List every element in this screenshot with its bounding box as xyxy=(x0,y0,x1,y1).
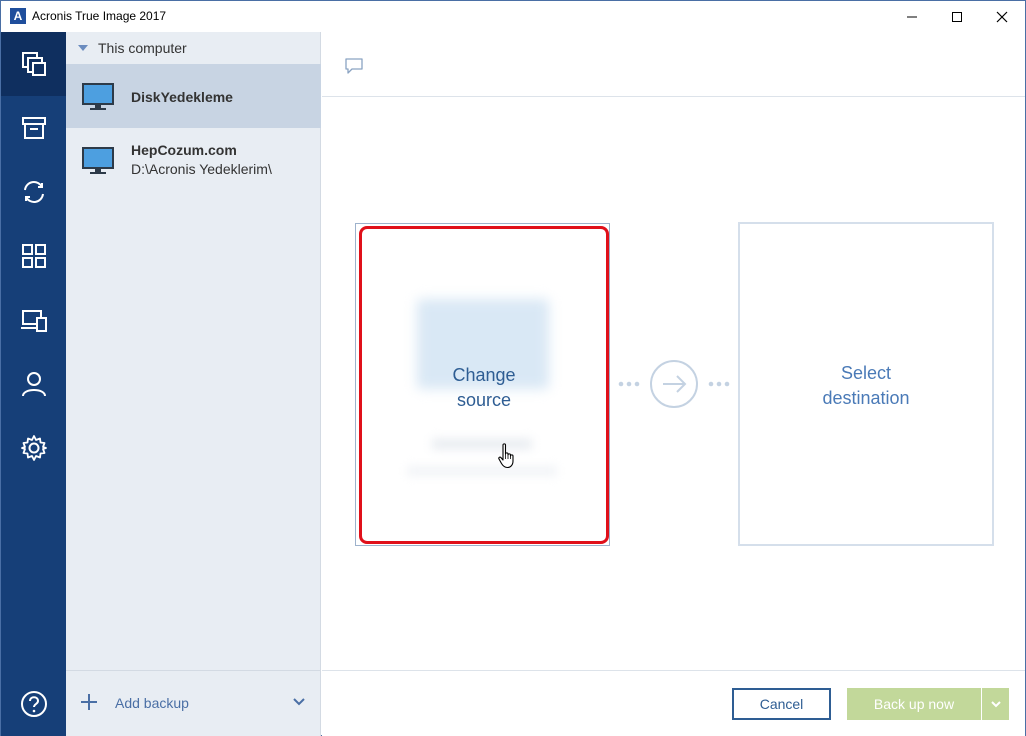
select-destination-label[interactable]: Select destination xyxy=(740,361,992,411)
nav-sync[interactable] xyxy=(1,160,66,224)
nav-help[interactable] xyxy=(1,672,66,736)
minimize-button[interactable] xyxy=(889,1,935,32)
tools-icon xyxy=(20,310,47,332)
backup-item-diskyedekleme[interactable]: DiskYedekleme xyxy=(66,64,321,128)
back-up-now-button[interactable]: Back up now xyxy=(847,688,981,720)
backup-path: D:\Acronis Yedeklerim\ xyxy=(131,161,272,177)
group-label: This computer xyxy=(98,40,187,56)
hand-cursor-icon xyxy=(498,443,514,469)
sync-icon xyxy=(23,181,44,203)
back-up-options-dropdown[interactable] xyxy=(982,688,1009,720)
nav-account[interactable] xyxy=(1,352,66,416)
settings-icon xyxy=(20,435,47,461)
nav-tools[interactable] xyxy=(1,288,66,352)
backup-list-panel: This computer DiskYedekleme HepCozum.com… xyxy=(66,32,321,736)
plus-icon[interactable] xyxy=(80,693,98,711)
monitor-icon xyxy=(82,83,114,110)
app-window: A Acronis True Image 2017 This computer … xyxy=(0,0,1026,736)
change-source-label[interactable]: Change source xyxy=(362,363,606,413)
maximize-icon xyxy=(952,11,962,22)
nav-archive[interactable] xyxy=(1,96,66,160)
backup-name: HepCozum.com xyxy=(131,142,237,158)
backup-item-hepcozum[interactable]: HepCozum.com D:\Acronis Yedeklerim\ xyxy=(66,128,321,192)
maximize-button[interactable] xyxy=(934,1,980,32)
nav-backup[interactable] xyxy=(1,32,66,96)
destination-box[interactable]: Select destination xyxy=(738,222,994,546)
monitor-icon xyxy=(82,147,114,174)
add-backup-button[interactable]: Add backup xyxy=(115,695,189,711)
nav-dashboard[interactable] xyxy=(1,224,66,288)
arrow-connector-icon xyxy=(618,360,730,408)
chevron-down-icon xyxy=(990,701,1001,708)
window-title: Acronis True Image 2017 xyxy=(32,9,167,23)
help-icon xyxy=(20,691,47,717)
source-blur-text xyxy=(432,439,532,449)
group-this-computer[interactable]: This computer xyxy=(66,32,321,64)
minimize-icon xyxy=(907,16,917,17)
backup-name: DiskYedekleme xyxy=(131,89,233,105)
archive-icon xyxy=(21,117,46,139)
close-button[interactable] xyxy=(979,1,1025,32)
source-blur-text xyxy=(407,467,557,475)
list-footer: Add backup xyxy=(66,670,321,736)
cancel-button[interactable]: Cancel xyxy=(732,688,831,720)
caret-down-icon xyxy=(78,45,88,51)
nav-settings[interactable] xyxy=(1,416,66,480)
source-box[interactable]: Change source xyxy=(355,223,610,546)
backup-icon xyxy=(21,52,46,76)
dashboard-icon xyxy=(21,244,46,268)
action-bar: Cancel Back up now xyxy=(322,670,1025,736)
source-highlight[interactable]: Change source xyxy=(359,226,609,544)
title-bar: A Acronis True Image 2017 xyxy=(1,1,1025,32)
account-icon xyxy=(21,372,46,397)
comment-icon[interactable] xyxy=(344,57,364,75)
navigation-rail xyxy=(1,32,66,736)
chevron-down-icon[interactable] xyxy=(293,697,305,707)
main-toolbar xyxy=(322,32,1025,97)
close-icon xyxy=(996,11,1008,22)
main-panel: Change source Select destination Cancel … xyxy=(322,32,1025,736)
app-logo-icon: A xyxy=(10,8,26,24)
